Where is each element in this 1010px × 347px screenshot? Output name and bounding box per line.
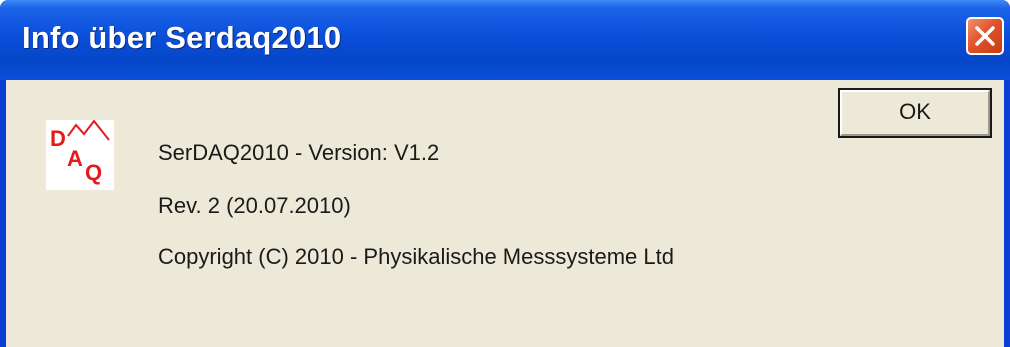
close-button[interactable] bbox=[966, 17, 1004, 55]
version-text: SerDAQ2010 - Version: V1.2 bbox=[158, 140, 440, 165]
copyright-text: Copyright (C) 2010 - Physikalische Messs… bbox=[158, 244, 674, 269]
ok-button[interactable]: OK bbox=[838, 88, 992, 138]
daq-logo-icon: D A Q bbox=[46, 120, 114, 190]
logo-letter-d: D bbox=[50, 126, 66, 151]
logo-letter-a: A bbox=[67, 146, 83, 171]
logo-letter-q: Q bbox=[85, 160, 102, 185]
close-icon bbox=[975, 26, 995, 46]
title-bar[interactable]: Info über Serdaq2010 bbox=[0, 0, 1010, 80]
window-title: Info über Serdaq2010 bbox=[22, 20, 342, 55]
revision-text: Rev. 2 (20.07.2010) bbox=[158, 193, 351, 218]
about-dialog: Info über Serdaq2010 D A Q SerDAQ2010 - … bbox=[0, 0, 1010, 347]
ok-button-label: OK bbox=[899, 99, 931, 124]
